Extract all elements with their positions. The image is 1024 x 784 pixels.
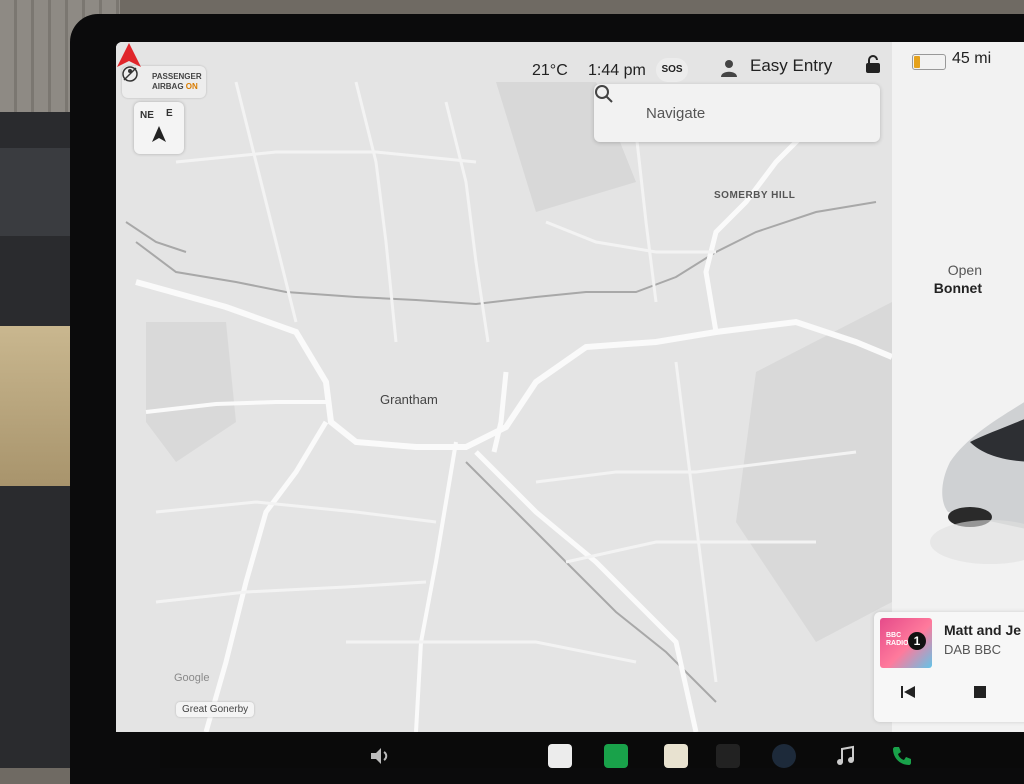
station-artwork: BBC RADIO 1	[880, 618, 932, 668]
profile-icon[interactable]	[720, 58, 738, 78]
search-icon	[595, 85, 613, 103]
airbag-off-icon	[122, 66, 138, 82]
nav-arrow-icon	[117, 43, 141, 67]
google-attribution: Google	[174, 672, 210, 684]
navigate-search-bar[interactable]: Navigate	[594, 84, 880, 142]
passenger-airbag-indicator: PASSENGER AIRBAG ON	[122, 66, 206, 98]
media-source: DAB BBC	[944, 642, 1002, 657]
lock-icon[interactable]	[864, 54, 882, 74]
compass-button[interactable]: NE E	[134, 102, 184, 154]
app-dock-item-notes[interactable]	[664, 744, 688, 768]
stop-icon[interactable]	[974, 686, 986, 698]
phone-icon[interactable]	[890, 744, 914, 768]
volume-icon[interactable]	[368, 744, 392, 768]
station-number: 1	[908, 632, 926, 650]
station-line2: RADIO	[886, 640, 909, 647]
station-art-text: BBC RADIO	[886, 632, 909, 648]
map-roads	[116, 42, 892, 732]
media-player[interactable]: BBC RADIO 1 Matt and Je DAB BBC	[874, 612, 1024, 722]
app-dock-item-calendar[interactable]	[716, 744, 740, 768]
airbag-label-line1: PASSENGER	[152, 72, 202, 81]
prev-track-icon[interactable]	[898, 682, 918, 702]
open-bonnet-label[interactable]: Open	[922, 262, 982, 278]
app-dock-item-1[interactable]	[548, 744, 572, 768]
airbag-label-line2: AIRBAG	[152, 82, 184, 91]
compass-ne-label: NE	[140, 110, 154, 121]
battery-icon	[912, 54, 946, 70]
car-render	[930, 402, 1024, 564]
map-label-grantham: Grantham	[380, 392, 438, 407]
touchscreen: PASSENGER AIRBAG ON NE E Navigate SOMERB…	[116, 42, 1024, 732]
map-label-somerby-hill: SOMERBY HILL	[714, 190, 796, 201]
app-dock-item-camera[interactable]	[772, 744, 796, 768]
range-readout: 45 mi	[952, 50, 992, 67]
battery-fill	[914, 56, 921, 68]
clock: 1:44 pm	[588, 62, 646, 79]
map-label-great-gonerby: Great Gonerby	[176, 702, 255, 717]
sos-button[interactable]: SOS	[656, 58, 688, 82]
airbag-label: PASSENGER AIRBAG ON	[152, 72, 202, 92]
driver-profile-button[interactable]: Easy Entry	[750, 56, 832, 80]
station-line1: BBC	[886, 632, 902, 639]
map-view[interactable]: PASSENGER AIRBAG ON NE E Navigate SOMERB…	[116, 42, 892, 732]
search-input[interactable]: Navigate	[646, 105, 705, 122]
compass-e-label: E	[166, 108, 173, 119]
media-title: Matt and Je	[944, 622, 1022, 638]
airbag-state: ON	[185, 82, 198, 91]
music-icon[interactable]	[834, 744, 858, 768]
app-dock-item-energy[interactable]	[604, 744, 628, 768]
temperature[interactable]: 21°C	[532, 62, 568, 86]
compass-arrow-icon	[152, 126, 166, 142]
bonnet-label[interactable]: Bonnet	[922, 280, 982, 296]
